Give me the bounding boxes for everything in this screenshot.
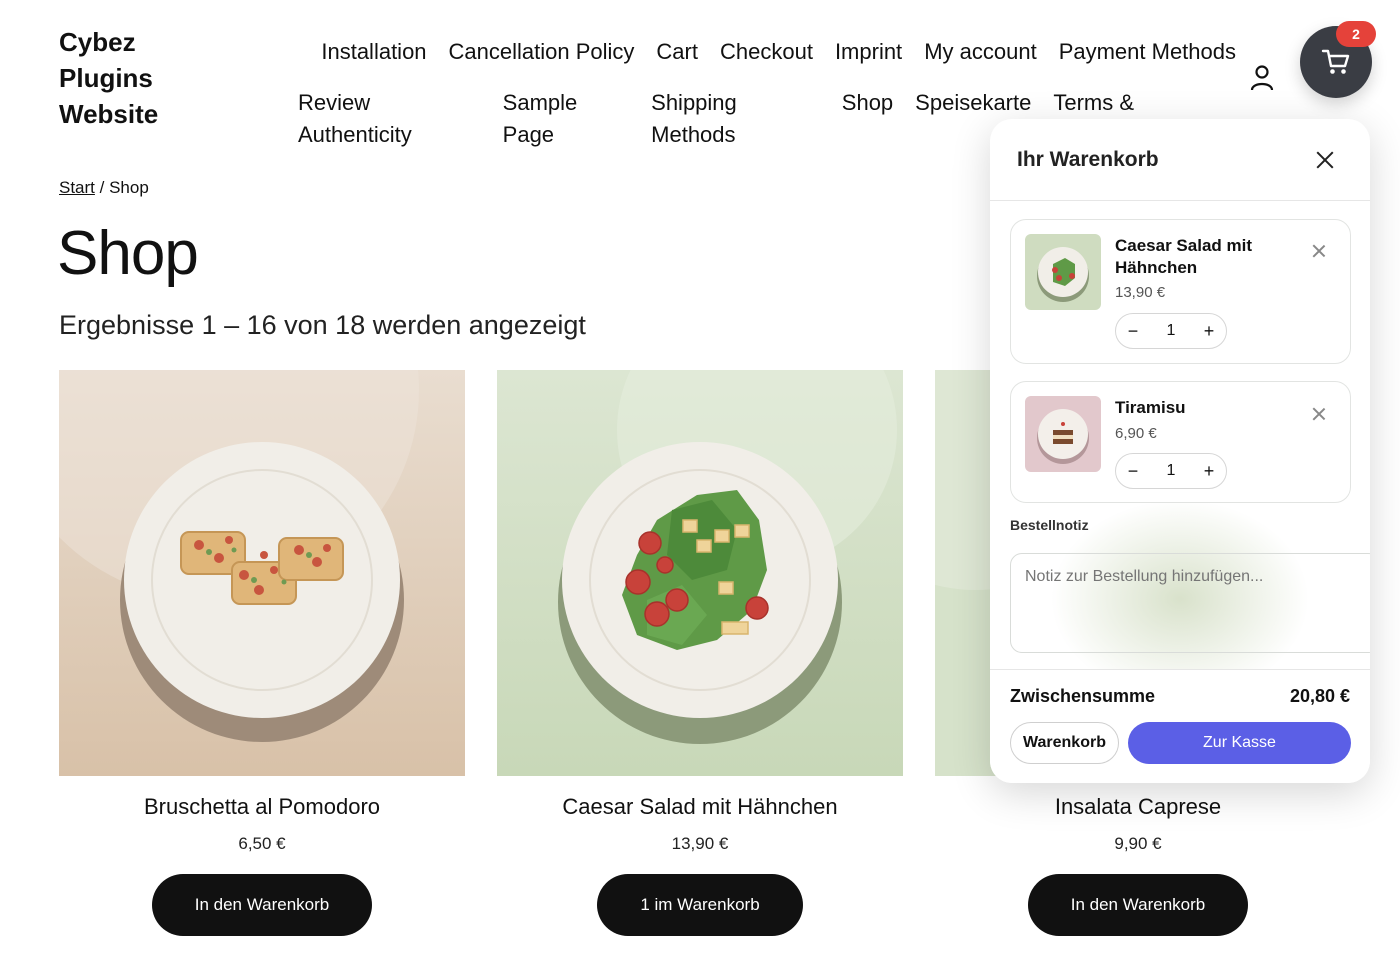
cart-icon — [1321, 49, 1350, 74]
cart-item: Caesar Salad mit Hähnchen 13,90 € − 1 + — [1010, 219, 1351, 364]
nav-link-cancellation-policy[interactable]: Cancellation Policy — [449, 36, 635, 68]
increase-quantity-button[interactable]: + — [1202, 321, 1216, 342]
product-name[interactable]: Caesar Salad mit Hähnchen — [497, 793, 903, 821]
in-cart-button[interactable]: 1 im Warenkorb — [597, 874, 803, 936]
breadcrumb-separator: / — [94, 178, 110, 197]
view-cart-button[interactable]: Warenkorb — [1010, 722, 1119, 764]
checkout-button[interactable]: Zur Kasse — [1128, 722, 1351, 764]
nav-link-installation[interactable]: Installation — [321, 36, 426, 68]
cart-count-badge: 2 — [1336, 21, 1376, 47]
product-image-bruschetta[interactable] — [59, 370, 465, 776]
decrease-quantity-button[interactable]: − — [1126, 321, 1140, 342]
remove-item-icon[interactable] — [1312, 407, 1326, 421]
nav-link-checkout[interactable]: Checkout — [720, 36, 813, 68]
increase-quantity-button[interactable]: + — [1202, 461, 1216, 482]
breadcrumb-current: Shop — [109, 178, 149, 197]
product-price: 6,50 € — [238, 834, 286, 853]
product-price: 9,90 € — [1114, 834, 1162, 853]
order-note-label: Bestellnotiz — [1010, 517, 1089, 533]
close-icon[interactable] — [1314, 149, 1336, 171]
site-title-line: Website — [59, 99, 159, 129]
cart-item-thumbnail — [1025, 396, 1101, 472]
nav-link-cart[interactable]: Cart — [656, 36, 698, 68]
cart-item-name[interactable]: Tiramisu — [1115, 397, 1290, 419]
order-note-field[interactable] — [1010, 553, 1370, 653]
quantity-value[interactable]: 1 — [1167, 322, 1176, 340]
breadcrumb-home-link[interactable]: Start — [59, 178, 95, 197]
nav-link-my-account[interactable]: My account — [924, 36, 1037, 68]
cart-item-price: 13,90 € — [1115, 284, 1166, 301]
user-icon[interactable] — [1249, 64, 1275, 92]
nav-link-review-authenticity[interactable]: Review Authenticity — [298, 87, 481, 151]
cart-item-price: 6,90 € — [1115, 425, 1157, 442]
nav-link-imprint[interactable]: Imprint — [835, 36, 902, 68]
decrease-quantity-button[interactable]: − — [1126, 461, 1140, 482]
add-to-cart-button[interactable]: In den Warenkorb — [151, 874, 373, 936]
site-title-line: Plugins — [59, 63, 153, 93]
product-image-caesar-salad[interactable] — [497, 370, 903, 776]
nav-row-1: Installation Cancellation Policy Cart Ch… — [276, 36, 1236, 68]
cart-item-thumbnail — [1025, 234, 1101, 310]
product-name[interactable]: Bruschetta al Pomodoro — [59, 793, 465, 821]
quantity-stepper: − 1 + — [1115, 313, 1227, 349]
quantity-value[interactable]: 1 — [1167, 462, 1176, 480]
quantity-stepper: − 1 + — [1115, 453, 1227, 489]
product-card: Bruschetta al Pomodoro 6,50 € In den War… — [59, 370, 465, 936]
subtotal-label: Zwischensumme — [1010, 686, 1156, 706]
cart-drawer-footer: Zwischensumme 20,80 € Warenkorb Zur Kass… — [990, 669, 1370, 783]
nav-link-sample-page[interactable]: Sample Page — [503, 87, 629, 151]
cart-item-name[interactable]: Caesar Salad mit Hähnchen — [1115, 235, 1290, 279]
product-name[interactable]: Insalata Caprese — [935, 793, 1341, 821]
result-count: Ergebnisse 1 – 16 von 18 werden angezeig… — [59, 310, 586, 340]
page-title: Shop — [57, 219, 199, 288]
nav-link-shop[interactable]: Shop — [842, 87, 893, 151]
site-title[interactable]: Cybez Plugins Website — [59, 24, 199, 132]
cart-drawer-header: Ihr Warenkorb — [990, 119, 1370, 201]
cart-drawer: Ihr Warenkorb Caesar Salad mit Hähnchen … — [990, 119, 1370, 783]
site-title-line: Cybez — [59, 27, 136, 57]
cart-item: Tiramisu 6,90 € − 1 + — [1010, 381, 1351, 503]
product-price: 13,90 € — [671, 834, 729, 853]
cart-drawer-title: Ihr Warenkorb — [1017, 147, 1159, 171]
nav-link-payment-methods[interactable]: Payment Methods — [1059, 36, 1236, 68]
subtotal-value: 20,80 € — [1289, 686, 1350, 706]
remove-item-icon[interactable] — [1312, 244, 1326, 258]
nav-link-shipping-methods[interactable]: Shipping Methods — [651, 87, 820, 151]
product-card: Caesar Salad mit Hähnchen 13,90 € 1 im W… — [497, 370, 903, 936]
breadcrumb: Start / Shop — [59, 178, 149, 198]
add-to-cart-button[interactable]: In den Warenkorb — [1027, 874, 1249, 936]
